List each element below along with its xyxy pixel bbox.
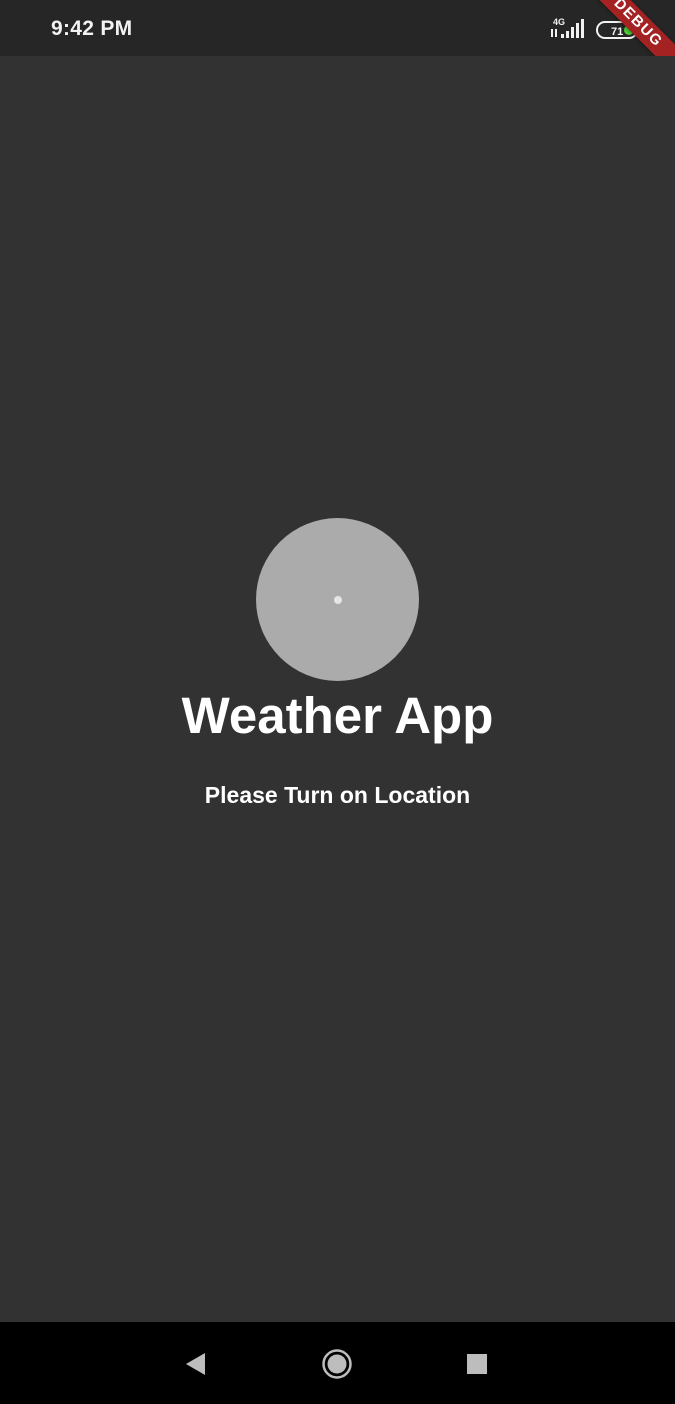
cellular-signal-icon bbox=[561, 19, 584, 38]
data-activity-icon bbox=[551, 29, 557, 37]
status-bar: 9:42 PM 4G 71 DEBUG bbox=[0, 0, 675, 56]
main-content: Weather App Please Turn on Location bbox=[0, 56, 675, 1322]
battery-level-text: 71 bbox=[611, 26, 623, 38]
app-title: Weather App bbox=[181, 687, 494, 744]
recents-square-icon[interactable] bbox=[460, 1347, 494, 1381]
location-permission-message: Please Turn on Location bbox=[204, 782, 471, 808]
back-triangle-icon[interactable] bbox=[180, 1347, 214, 1381]
weather-logo-placeholder bbox=[256, 518, 419, 681]
status-time: 9:42 PM bbox=[51, 17, 133, 40]
home-circle-icon[interactable] bbox=[320, 1347, 354, 1381]
system-navigation-bar bbox=[0, 1322, 675, 1404]
logo-center-dot bbox=[334, 596, 342, 604]
